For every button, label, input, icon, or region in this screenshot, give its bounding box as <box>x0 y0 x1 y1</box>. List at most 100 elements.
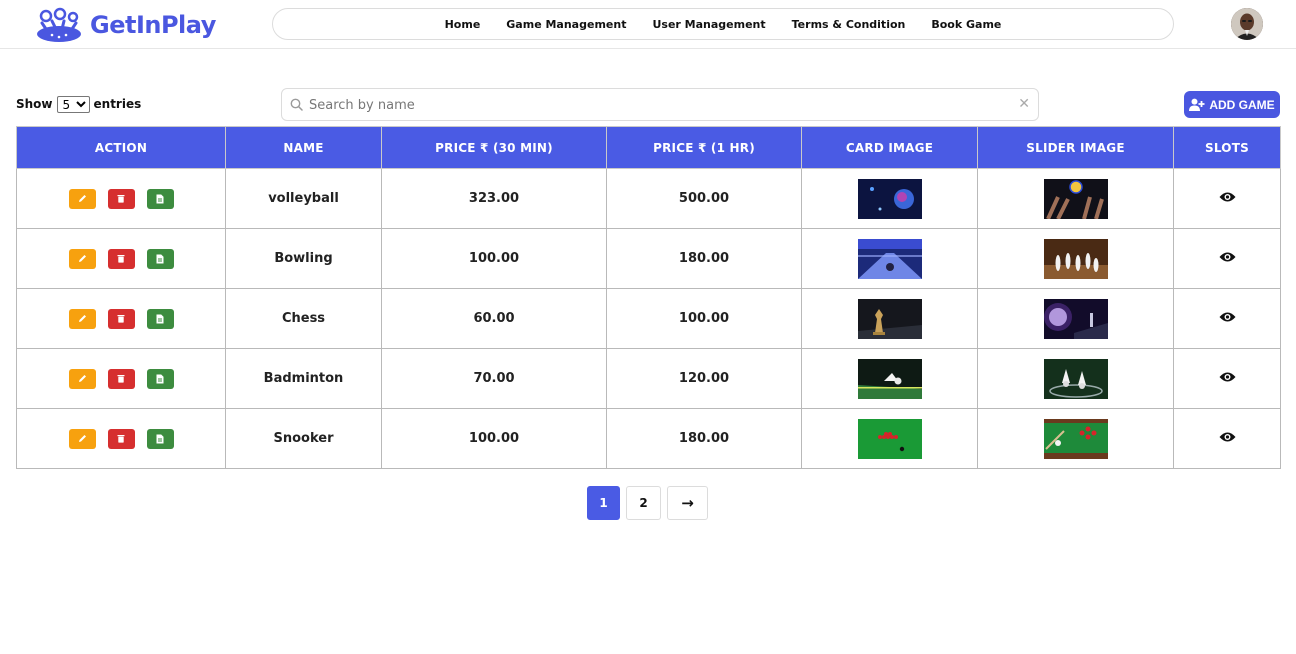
avatar-image <box>1231 8 1263 40</box>
card-image-cell <box>801 408 978 469</box>
eye-icon[interactable] <box>1219 371 1236 383</box>
table-row: Snooker 100.00 180.00 <box>16 408 1281 469</box>
name-cell: Bowling <box>225 228 382 289</box>
price-1-hr-cell: 120.00 <box>606 348 802 409</box>
header-price-1-hr: PRICE ₹ (1 HR) <box>606 126 802 169</box>
eye-icon[interactable] <box>1219 191 1236 203</box>
name-cell: Snooker <box>225 408 382 469</box>
card-image[interactable] <box>857 358 922 399</box>
eye-icon[interactable] <box>1219 431 1236 443</box>
delete-button[interactable] <box>107 428 135 449</box>
trash-icon <box>117 435 125 443</box>
slider-image[interactable] <box>1043 178 1108 219</box>
document-icon <box>156 314 164 323</box>
delete-button[interactable] <box>107 248 135 269</box>
table-row: Bowling 100.00 180.00 <box>16 228 1281 289</box>
clear-search-icon[interactable]: ✕ <box>1018 96 1030 112</box>
card-image[interactable] <box>857 418 922 459</box>
logo-icon <box>37 7 81 42</box>
card-image-cell <box>801 288 978 349</box>
price-30-min-cell: 70.00 <box>381 348 607 409</box>
delete-button[interactable] <box>107 188 135 209</box>
details-button[interactable] <box>146 368 174 389</box>
slider-image[interactable] <box>1043 418 1108 459</box>
show-entries: Show 5 entries <box>16 95 141 113</box>
price-30-min-cell: 323.00 <box>381 168 607 229</box>
slider-image[interactable] <box>1043 358 1108 399</box>
action-cell <box>16 228 226 289</box>
card-image-cell <box>801 348 978 409</box>
nav-home[interactable]: Home <box>445 18 481 31</box>
table-row: Badminton 70.00 120.00 <box>16 348 1281 409</box>
games-table: ACTION NAME PRICE ₹ (30 MIN) PRICE ₹ (1 … <box>16 126 1281 469</box>
avatar[interactable] <box>1231 8 1263 40</box>
action-cell <box>16 288 226 349</box>
pencil-icon <box>78 315 86 322</box>
header-action: ACTION <box>16 126 226 169</box>
page-1-button[interactable]: 1 <box>587 486 620 520</box>
main-nav: Home Game Management User Management Ter… <box>272 8 1174 40</box>
entries-select[interactable]: 5 <box>56 95 90 113</box>
pencil-icon <box>78 195 86 202</box>
search-input[interactable] <box>309 96 1009 114</box>
edit-button[interactable] <box>68 248 96 269</box>
eye-icon[interactable] <box>1219 311 1236 323</box>
edit-button[interactable] <box>68 368 96 389</box>
pencil-icon <box>78 375 86 382</box>
add-game-label: ADD GAME <box>1209 97 1275 112</box>
document-icon <box>156 194 164 203</box>
price-30-min-cell: 100.00 <box>381 228 607 289</box>
slots-cell <box>1173 288 1281 349</box>
details-button[interactable] <box>146 428 174 449</box>
slots-cell <box>1173 168 1281 229</box>
slider-image-cell <box>977 348 1174 409</box>
add-user-icon <box>1189 98 1205 111</box>
name-cell: Chess <box>225 288 382 349</box>
action-cell <box>16 408 226 469</box>
slider-image-cell <box>977 228 1174 289</box>
nav-game-management[interactable]: Game Management <box>506 18 626 31</box>
details-button[interactable] <box>146 308 174 329</box>
price-30-min-cell: 100.00 <box>381 408 607 469</box>
price-1-hr-cell: 500.00 <box>606 168 802 229</box>
nav-book-game[interactable]: Book Game <box>931 18 1001 31</box>
delete-button[interactable] <box>107 368 135 389</box>
show-label: Show <box>16 97 53 111</box>
slots-cell <box>1173 408 1281 469</box>
price-30-min-cell: 60.00 <box>381 288 607 349</box>
nav-user-management[interactable]: User Management <box>652 18 765 31</box>
edit-button[interactable] <box>68 308 96 329</box>
entries-label: entries <box>93 97 142 111</box>
search-box: ✕ <box>281 88 1039 121</box>
name-cell: volleyball <box>225 168 382 229</box>
pencil-icon <box>78 255 86 262</box>
search-icon <box>290 98 303 111</box>
nav-terms-condition[interactable]: Terms & Condition <box>792 18 906 31</box>
page-2-button[interactable]: 2 <box>626 486 661 520</box>
card-image[interactable] <box>857 238 922 279</box>
delete-button[interactable] <box>107 308 135 329</box>
card-image[interactable] <box>857 298 922 339</box>
price-1-hr-cell: 180.00 <box>606 228 802 289</box>
edit-button[interactable] <box>68 188 96 209</box>
slider-image[interactable] <box>1043 238 1108 279</box>
header-card-image: CARD IMAGE <box>801 126 978 169</box>
slider-image[interactable] <box>1043 298 1108 339</box>
pencil-icon <box>78 435 86 442</box>
details-button[interactable] <box>146 188 174 209</box>
table-row: Chess 60.00 100.00 <box>16 288 1281 349</box>
add-game-button[interactable]: ADD GAME <box>1184 91 1280 118</box>
brand-logo[interactable]: GetInPlay <box>34 6 216 44</box>
trash-icon <box>117 195 125 203</box>
slider-image-cell <box>977 168 1174 229</box>
table-header-row: ACTION NAME PRICE ₹ (30 MIN) PRICE ₹ (1 … <box>16 126 1281 169</box>
details-button[interactable] <box>146 248 174 269</box>
document-icon <box>156 254 164 263</box>
price-1-hr-cell: 180.00 <box>606 408 802 469</box>
eye-icon[interactable] <box>1219 251 1236 263</box>
brand-name: GetInPlay <box>90 11 216 39</box>
document-icon <box>156 434 164 443</box>
edit-button[interactable] <box>68 428 96 449</box>
card-image[interactable] <box>857 178 922 219</box>
next-page-button[interactable]: → <box>667 486 708 520</box>
